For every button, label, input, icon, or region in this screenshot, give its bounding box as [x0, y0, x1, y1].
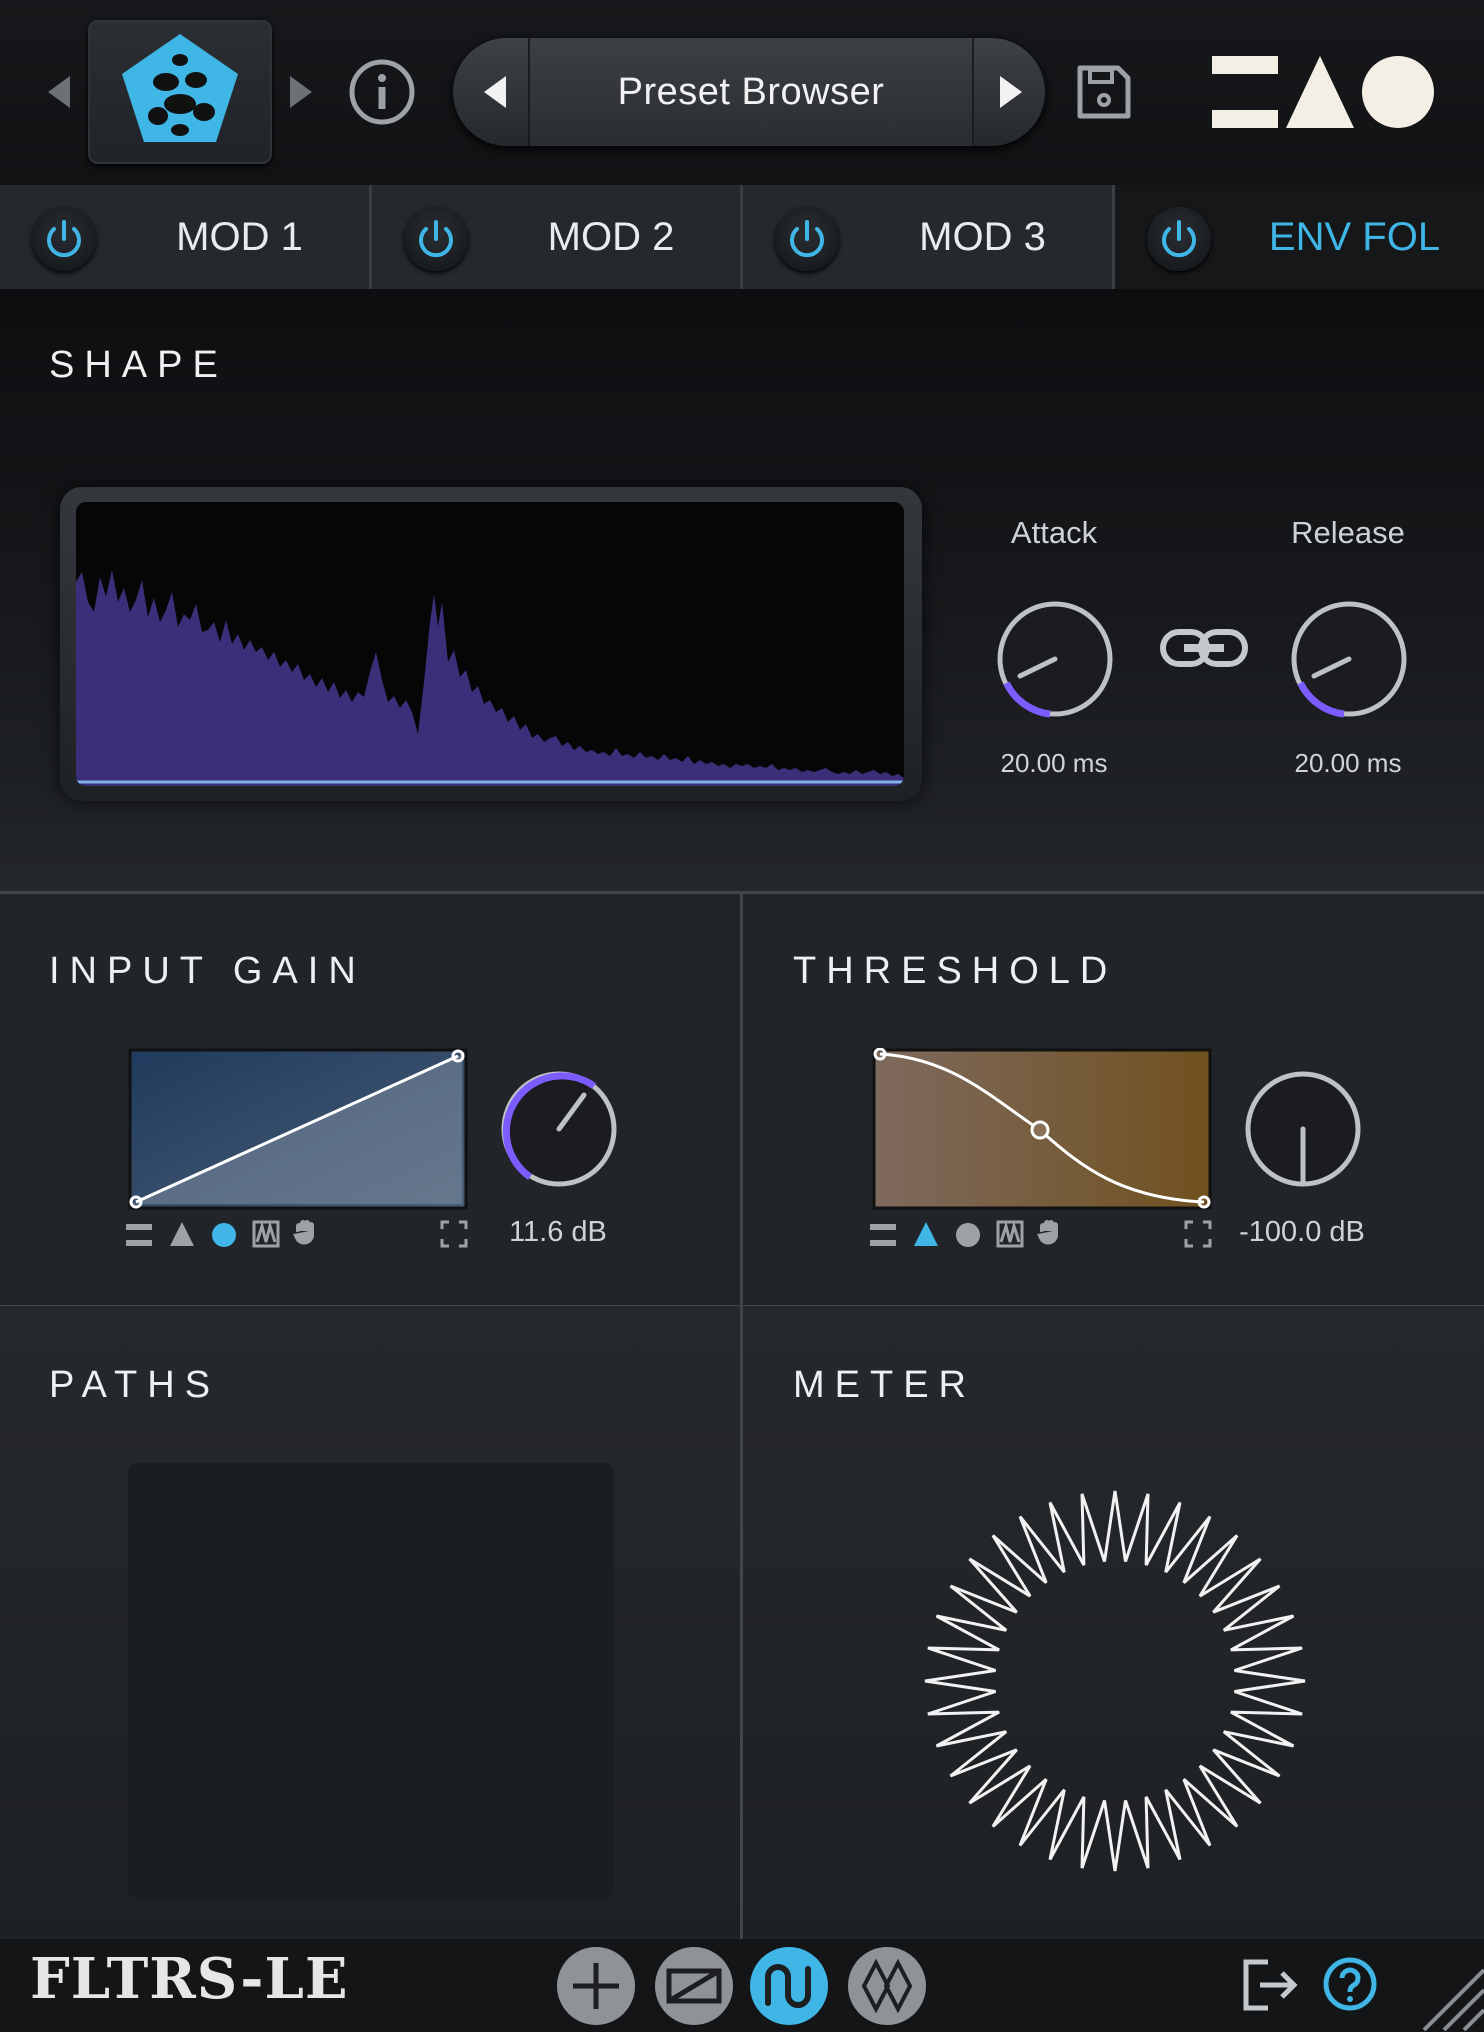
plugin-logo-button[interactable] — [88, 20, 272, 164]
threshold-curve-editor[interactable] — [872, 1048, 1212, 1210]
triangle-mode-icon[interactable] — [912, 1220, 940, 1248]
mod-3-power-button[interactable] — [775, 207, 839, 271]
input-gain-knob[interactable] — [498, 1068, 620, 1190]
wave-mode-icon[interactable] — [996, 1220, 1024, 1248]
mod-2-power-button[interactable] — [404, 207, 468, 271]
tab-mod-1[interactable]: MOD 1 — [0, 185, 369, 289]
logout-icon[interactable] — [1242, 1958, 1300, 2012]
preset-name-label: Preset Browser — [617, 70, 885, 113]
input-gain-value: 11.6 dB — [509, 1216, 607, 1248]
meter-starburst — [924, 1490, 1306, 1872]
help-icon[interactable] — [1322, 1956, 1378, 2012]
expand-icon[interactable] — [440, 1220, 468, 1248]
shape-title: SHAPE — [49, 344, 228, 386]
spectrum-graph — [76, 570, 904, 786]
meter-title: METER — [793, 1364, 976, 1406]
input-gain-mode-toolbar — [126, 1218, 468, 1252]
power-icon — [1162, 220, 1196, 258]
diamond-link-button[interactable] — [848, 1947, 926, 2025]
input-gain-title: INPUT GAIN — [49, 950, 366, 992]
hand-icon[interactable] — [1036, 1218, 1068, 1250]
tab-label: MOD 2 — [547, 214, 675, 259]
lines-mode-icon[interactable] — [870, 1222, 898, 1248]
tab-label: MOD 1 — [176, 214, 303, 259]
floppy-disk-icon[interactable] — [1074, 62, 1134, 122]
expand-icon[interactable] — [1184, 1220, 1212, 1248]
preset-next-button[interactable] — [996, 72, 1026, 112]
triangle-mode-icon[interactable] — [168, 1220, 196, 1248]
release-value: 20.00 ms — [1294, 748, 1402, 778]
add-button[interactable] — [557, 1947, 635, 2025]
wave-button[interactable] — [750, 1947, 828, 2025]
circle-mode-icon[interactable] — [954, 1220, 982, 1248]
tab-mod-2[interactable]: MOD 2 — [372, 185, 740, 289]
tab-mod-3[interactable]: MOD 3 — [743, 185, 1112, 289]
threshold-title: THRESHOLD — [793, 950, 1118, 992]
threshold-mode-toolbar — [870, 1218, 1212, 1252]
threshold-knob[interactable] — [1242, 1068, 1364, 1190]
tab-label: ENV FOL — [1268, 214, 1441, 259]
box-icon — [666, 1968, 722, 2004]
threshold-value: -100.0 dB — [1239, 1216, 1365, 1248]
pentagon-logo-icon — [122, 34, 238, 142]
tab-env-fol[interactable]: ENV FOL — [1115, 185, 1484, 289]
tab-label: MOD 3 — [919, 214, 1046, 259]
release-label: Release — [1291, 515, 1405, 550]
divider — [740, 1306, 743, 1939]
resize-handle-icon[interactable] — [1414, 1950, 1484, 2032]
attack-knob[interactable] — [994, 598, 1116, 720]
lines-mode-icon[interactable] — [126, 1222, 154, 1248]
app-name: FLTRS-LE — [30, 1946, 349, 2012]
circle-mode-icon[interactable] — [210, 1220, 238, 1248]
diamond-link-icon — [861, 1958, 913, 2014]
paths-title: PATHS — [49, 1364, 221, 1406]
preset-prev-button[interactable] — [480, 72, 510, 112]
wave-mode-icon[interactable] — [252, 1220, 280, 1248]
wave-icon — [765, 1964, 811, 2008]
paths-area[interactable] — [128, 1463, 614, 1899]
info-icon[interactable] — [348, 58, 416, 126]
mod-1-power-button[interactable] — [32, 207, 96, 271]
plus-icon — [573, 1963, 619, 2009]
power-icon — [419, 220, 453, 258]
power-icon — [47, 220, 81, 258]
prev-logo-icon[interactable] — [44, 72, 74, 112]
next-logo-icon[interactable] — [286, 72, 316, 112]
input-gain-curve-editor[interactable] — [128, 1048, 468, 1210]
link-icon[interactable] — [1160, 628, 1248, 668]
box-button[interactable] — [655, 1947, 733, 2025]
preset-browser-button[interactable]: Preset Browser — [528, 38, 974, 146]
release-knob[interactable] — [1288, 598, 1410, 720]
brand-shapes-logo — [1212, 56, 1434, 128]
attack-label: Attack — [1010, 515, 1098, 550]
hand-icon[interactable] — [292, 1218, 324, 1250]
attack-value: 20.00 ms — [1000, 748, 1108, 778]
env-fol-power-button[interactable] — [1147, 207, 1211, 271]
power-icon — [790, 220, 824, 258]
spectrum-display[interactable] — [76, 502, 904, 786]
